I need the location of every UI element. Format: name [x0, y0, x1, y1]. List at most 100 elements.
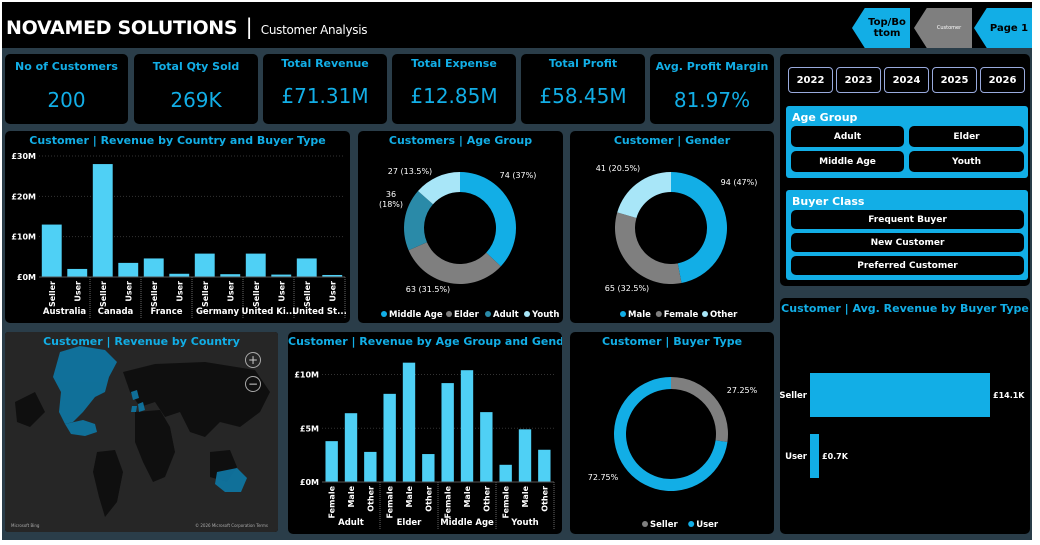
slicer-item-youth[interactable]: Youth — [909, 151, 1024, 172]
buyer-type-donut-chart: 27.25% 72.75% Seller User — [588, 377, 758, 530]
x-tick-label: Other — [540, 486, 549, 512]
x-tick-label: User — [124, 281, 133, 302]
bar — [92, 164, 113, 277]
year-button-2024[interactable]: 2024 — [884, 67, 929, 93]
x-tick-label: Seller — [150, 281, 159, 307]
world-map[interactable] — [5, 332, 278, 532]
bar — [810, 373, 990, 417]
bar — [480, 412, 493, 482]
bar — [422, 454, 435, 482]
kpi-card-profit: Total Profit £58.45M — [521, 54, 645, 124]
kpi-label: Total Profit — [548, 57, 618, 70]
gender-donut-chart: 94 (47%) 65 (32.5%) 41 (20.5%) Male Female Ot… — [596, 164, 758, 320]
bar — [344, 413, 358, 482]
x-tick-label: User — [328, 281, 337, 302]
zoom-in-button[interactable]: + — [245, 352, 261, 368]
donut-slice — [460, 172, 516, 267]
chart-card-rev-country-buyer: Customer | Revenue by Country and Buyer … — [5, 131, 350, 323]
rev-country-buyer-chart: £0M £10M £20M £30M Seller User Seller User Selle… — [11, 152, 347, 318]
year-button-2025[interactable]: 2025 — [932, 67, 977, 93]
zoom-out-button[interactable]: − — [245, 376, 261, 392]
group-label: Australia — [43, 307, 87, 317]
buyer-class-slicer-title: Buyer Class — [792, 195, 865, 208]
legend-marker — [485, 311, 491, 317]
nav-label-line2: ttom — [873, 28, 901, 39]
x-tick-label: Seller — [303, 281, 312, 307]
legend-marker — [620, 311, 626, 317]
bar — [441, 383, 454, 482]
x-tick-label: Seller — [99, 281, 108, 307]
group-label: Middle Age — [440, 518, 494, 528]
slice-label: 36 — [386, 190, 396, 199]
donut-slice — [671, 172, 728, 284]
x-tick-label: Female — [444, 485, 453, 518]
y-tick-label: £0M — [17, 273, 36, 282]
x-tick-label: Female — [328, 485, 337, 518]
slicer-item-elder[interactable]: Elder — [909, 126, 1024, 147]
slice-label: 65 (32.5%) — [605, 284, 649, 293]
filter-panel: 2022 2023 2024 2025 2026 Age Group Adult… — [780, 54, 1030, 286]
x-tick-label: Other — [366, 486, 375, 512]
kpi-card-customers: No of Customers 200 — [5, 54, 128, 124]
legend-label: Middle Age — [389, 310, 443, 320]
group-label: Canada — [98, 307, 134, 317]
kpi-value: 81.97% — [673, 88, 751, 112]
year-button-2022[interactable]: 2022 — [788, 67, 833, 93]
slicer-item-middle-age[interactable]: Middle Age — [791, 151, 904, 172]
slice-label: 63 (31.5%) — [406, 285, 450, 294]
y-tick-label: £0M — [300, 478, 319, 487]
chart-title: Customer | Revenue by Country — [43, 335, 240, 348]
kpi-value: 200 — [47, 88, 86, 112]
bar — [364, 451, 377, 482]
chart-card-age-group: Customers | Age Group 74 (37%) 63 (31.5%)… — [358, 131, 563, 323]
slice-label: 41 (20.5%) — [596, 164, 640, 173]
page1-nav-button[interactable]: Page 1 — [974, 8, 1032, 48]
slicer-item-preferred-customer[interactable]: Preferred Customer — [791, 256, 1024, 275]
kpi-label: Total Revenue — [281, 57, 369, 70]
legend-label: Other — [710, 310, 738, 320]
bar — [325, 441, 338, 482]
slicer-item-frequent-buyer[interactable]: Frequent Buyer — [791, 210, 1024, 229]
donut-slice — [671, 377, 728, 443]
x-tick-label: Other — [424, 486, 433, 512]
donut-slice — [615, 212, 682, 284]
brand-title: NOVAMED SOLUTIONS | Customer Analysis — [6, 15, 367, 39]
value-label: £0.7K — [822, 452, 849, 461]
legend-marker — [446, 311, 452, 317]
slicer-item-new-customer[interactable]: New Customer — [791, 233, 1024, 252]
x-tick-label: Female — [386, 485, 395, 518]
x-tick-label: Male — [347, 485, 356, 507]
nav-page-label: Page 1 — [989, 22, 1029, 34]
customer-nav-button[interactable]: Customer — [914, 8, 972, 48]
kpi-card-margin: Avg. Profit Margin 81.97% — [650, 54, 774, 124]
year-button-2026[interactable]: 2026 — [980, 67, 1025, 93]
age-group-slicer: Age Group Adult Elder Middle Age Youth — [786, 106, 1028, 178]
group-label: Elder — [397, 518, 423, 528]
company-name: NOVAMED SOLUTIONS — [6, 17, 238, 39]
category-label: User — [785, 452, 808, 462]
x-tick-label: User — [277, 281, 286, 302]
map-copyright[interactable]: © 2026 Microsoft Corporation Terms — [195, 523, 268, 528]
header-bar: NOVAMED SOLUTIONS | Customer Analysis To… — [2, 2, 1032, 48]
kpi-label: Total Qty Sold — [152, 60, 240, 73]
slicer-item-adult[interactable]: Adult — [791, 126, 904, 147]
kpi-card-revenue: Total Revenue £71.31M — [263, 54, 387, 124]
kpi-value: £58.45M — [539, 84, 627, 108]
x-tick-label: Female — [502, 485, 511, 518]
chart-card-buyer-type: Customer | Buyer Type 27.25% 72.75% Seller… — [570, 332, 774, 534]
top-bottom-nav-button[interactable]: Top/Bo ttom — [852, 8, 910, 48]
donut-slice — [617, 172, 671, 218]
y-tick-label: £10M — [11, 233, 36, 242]
legend-marker — [642, 521, 648, 527]
x-tick-label: User — [73, 281, 82, 302]
nav-label-line1: Top/Bo — [868, 17, 906, 28]
dashboard: NOVAMED SOLUTIONS | Customer Analysis To… — [2, 2, 1032, 540]
legend-marker — [524, 311, 530, 317]
kpi-label: Avg. Profit Margin — [655, 60, 769, 73]
slice-label: (18%) — [379, 200, 403, 209]
year-button-2023[interactable]: 2023 — [836, 67, 881, 93]
x-tick-label: Other — [482, 486, 491, 512]
bar — [383, 393, 396, 482]
x-tick-label: Seller — [48, 281, 57, 307]
legend-marker — [381, 311, 387, 317]
